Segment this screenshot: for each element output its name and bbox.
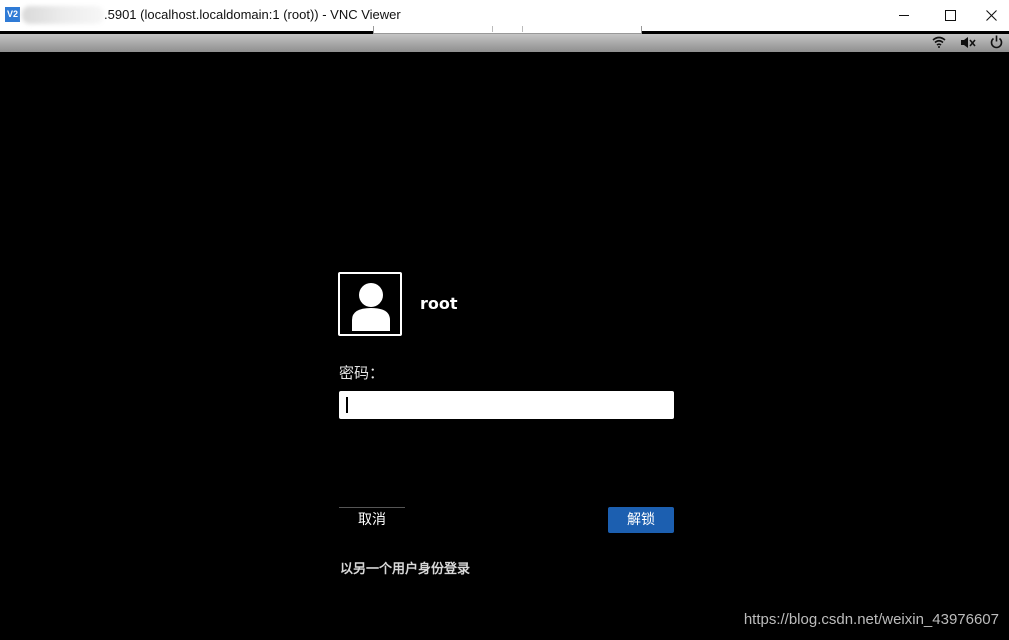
lock-screen-background (0, 52, 1009, 640)
close-icon (985, 10, 997, 21)
minimize-button[interactable] (881, 0, 927, 31)
system-status-area[interactable] (932, 35, 1003, 49)
window-title: .5901 (localhost.localdomain:1 (root)) -… (104, 7, 401, 22)
cancel-button[interactable]: 取消 (339, 507, 405, 534)
wifi-icon[interactable] (932, 36, 946, 48)
password-label: 密码： (339, 364, 385, 382)
minimize-icon (899, 15, 909, 16)
power-icon[interactable] (990, 35, 1003, 49)
redacted-hostname (22, 6, 104, 24)
unlock-button[interactable]: 解锁 (608, 507, 674, 533)
vnc-toolbar-handle[interactable] (373, 26, 642, 34)
gnome-top-bar (0, 34, 1009, 52)
user-avatar (338, 272, 402, 336)
password-input[interactable] (339, 391, 674, 419)
maximize-icon (944, 10, 956, 21)
user-avatar-icon (352, 283, 390, 331)
watermark-text: https://blog.csdn.net/weixin_43976607 (743, 611, 999, 628)
username-label: root (420, 294, 458, 313)
login-as-other-user-link[interactable]: 以另一个用户身份登录 (340, 558, 470, 577)
text-caret (346, 397, 348, 413)
close-button[interactable] (973, 0, 1009, 31)
volume-muted-icon[interactable] (960, 36, 976, 49)
maximize-button[interactable] (927, 0, 973, 31)
vnc-app-icon: V2 (5, 7, 20, 22)
